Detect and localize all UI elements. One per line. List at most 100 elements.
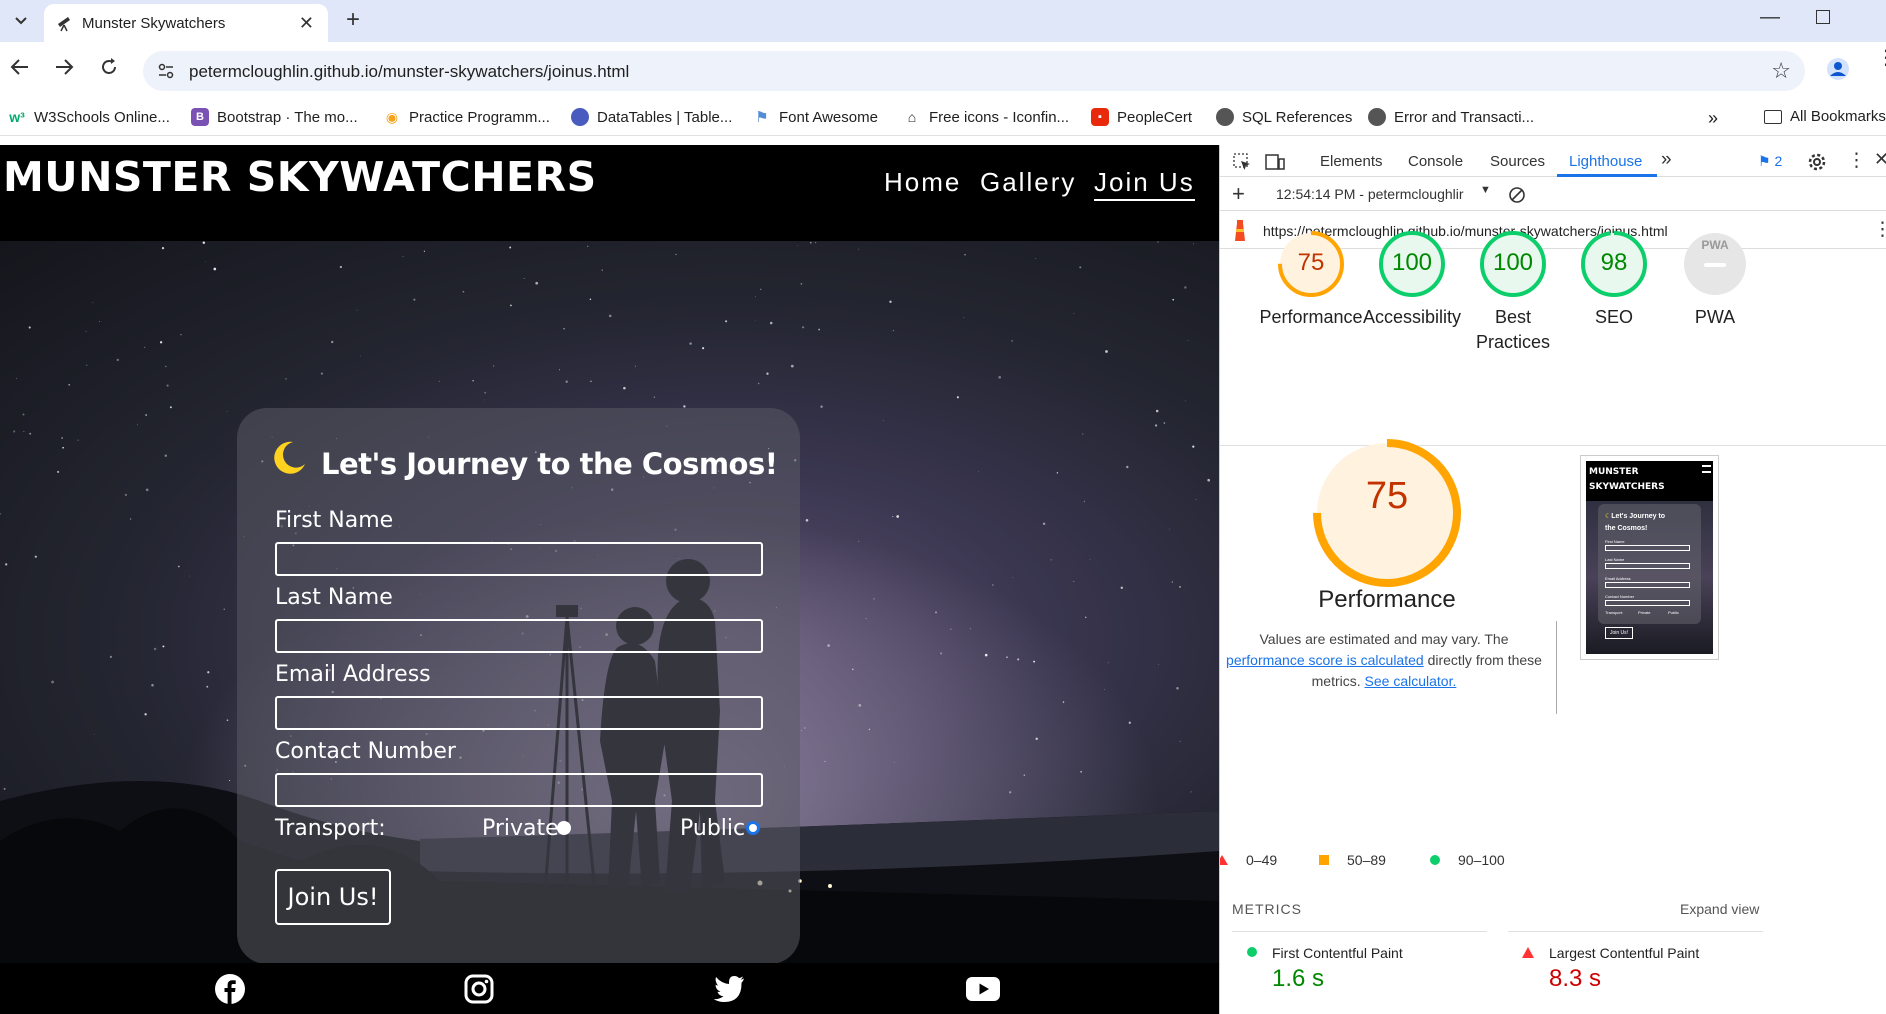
more-tabs-chevron-icon[interactable]: »: [1661, 149, 1672, 171]
page-screenshot-thumbnail[interactable]: MUNSTER SKYWATCHERS ☾Let's Journey to the …: [1580, 455, 1719, 660]
star: [161, 246, 165, 250]
tab-sources[interactable]: Sources: [1490, 153, 1545, 170]
report-dropdown-triangle-icon[interactable]: ▼: [1480, 184, 1491, 196]
star: [635, 365, 637, 367]
best-practices-gauge[interactable]: 100: [1478, 229, 1548, 299]
star: [883, 419, 884, 421]
bookmark-peoplecert[interactable]: ▪ PeopleCert: [1091, 108, 1192, 126]
first-name-input[interactable]: [275, 542, 763, 576]
public-radio[interactable]: [746, 821, 760, 835]
performance-note: Values are estimated and may vary. The p…: [1220, 629, 1558, 692]
star-icon[interactable]: ☆: [1771, 58, 1791, 84]
minimize-button[interactable]: —: [1760, 6, 1780, 29]
star: [116, 358, 119, 362]
bookmark-label: PeopleCert: [1117, 108, 1193, 126]
bookmark-datatables[interactable]: DataTables | Table...: [571, 108, 732, 126]
nav-home[interactable]: Home: [884, 167, 961, 198]
star: [1163, 422, 1166, 424]
metrics-divider-left: [1232, 931, 1487, 932]
facebook-icon[interactable]: [215, 974, 245, 1004]
youtube-icon[interactable]: [966, 977, 1000, 1001]
tab-search-button[interactable]: [8, 8, 34, 34]
star: [1169, 528, 1170, 530]
bookmark-font-awesome[interactable]: ⚑ Font Awesome: [753, 108, 878, 126]
bookmark-sql-references[interactable]: SQL References: [1216, 108, 1352, 126]
join-us-submit-button[interactable]: Join Us!: [275, 869, 391, 925]
star: [1107, 662, 1109, 664]
forward-arrow-icon[interactable]: [54, 58, 74, 76]
star: [207, 671, 210, 674]
tab-strip: Munster Skywatchers ✕ + —: [0, 0, 1886, 42]
seo-score: 98: [1600, 249, 1628, 276]
address-bar[interactable]: petermcloughlin.github.io/munster-skywat…: [143, 51, 1805, 91]
site-info-icon[interactable]: [157, 62, 175, 80]
report-selector[interactable]: 12:54:14 PM - petermcloughlir: [1276, 186, 1464, 202]
star: [1157, 663, 1159, 665]
pwa-gauge[interactable]: PWA: [1680, 229, 1750, 299]
devtools-close-icon[interactable]: ✕: [1874, 149, 1886, 170]
email-input[interactable]: [275, 696, 763, 730]
browser-tab[interactable]: Munster Skywatchers ✕: [44, 4, 328, 42]
bookmark-bootstrap[interactable]: B Bootstrap · The mo...: [191, 108, 358, 126]
thumb-logo-line1: MUNSTER: [1589, 467, 1639, 477]
issues-badge[interactable]: ⚑ 2: [1758, 153, 1782, 170]
see-calculator-link[interactable]: See calculator.: [1365, 673, 1457, 689]
devtools-menu-kebab-icon[interactable]: ⋮: [1847, 149, 1866, 172]
bookmark-w3schools[interactable]: w³ W3Schools Online...: [8, 108, 170, 126]
reload-icon[interactable]: [99, 57, 119, 77]
nav-join-us[interactable]: Join Us: [1094, 167, 1195, 201]
bookmark-iconfinder[interactable]: ⌂ Free icons - Iconfin...: [903, 108, 1069, 126]
star: [129, 518, 132, 520]
performance-score-calculated-link[interactable]: performance score is calculated: [1226, 652, 1424, 668]
last-name-input[interactable]: [275, 619, 763, 653]
star: [1120, 586, 1123, 589]
tab-lighthouse[interactable]: Lighthouse: [1569, 153, 1642, 170]
new-tab-button[interactable]: +: [346, 6, 360, 34]
contact-number-input[interactable]: [275, 773, 763, 807]
site-logo[interactable]: MUNSTER SKYWATCHERS: [3, 153, 597, 201]
all-bookmarks-label: All Bookmarks: [1790, 108, 1886, 125]
thumb-input: [1605, 582, 1690, 588]
bookmark-label: Free icons - Iconfin...: [929, 108, 1070, 126]
thumb-logo-line2: SKYWATCHERS: [1589, 482, 1665, 492]
star: [99, 321, 101, 323]
profile-icon[interactable]: [1827, 58, 1849, 80]
twitter-icon[interactable]: [713, 975, 745, 1003]
report-menu-kebab-icon[interactable]: ⋮: [1873, 218, 1886, 241]
all-bookmarks-button[interactable]: All Bookmarks: [1764, 108, 1886, 125]
inspect-element-icon[interactable]: [1233, 153, 1251, 171]
star: [1033, 660, 1036, 663]
star: [423, 250, 425, 252]
star: [800, 729, 803, 731]
bookmark-practice[interactable]: ◉ Practice Programm...: [383, 108, 550, 126]
settings-gear-icon[interactable]: [1807, 152, 1827, 172]
star: [565, 380, 568, 383]
telescope-favicon-icon: [58, 17, 70, 32]
accessibility-gauge[interactable]: 100: [1377, 229, 1447, 299]
clear-reports-icon[interactable]: [1508, 186, 1526, 204]
new-report-plus-icon[interactable]: +: [1232, 181, 1245, 207]
back-arrow-icon[interactable]: [10, 58, 30, 76]
iconfinder-icon: ⌂: [903, 108, 921, 126]
browser-toolbar: petermcloughlin.github.io/munster-skywat…: [0, 42, 1886, 92]
performance-gauge[interactable]: 75: [1276, 229, 1346, 299]
device-toolbar-icon[interactable]: [1265, 153, 1285, 171]
restore-button[interactable]: [1816, 10, 1830, 24]
tab-console[interactable]: Console: [1408, 153, 1463, 170]
private-radio[interactable]: [557, 821, 571, 835]
star: [991, 584, 994, 586]
expand-view-toggle[interactable]: Expand view: [1680, 901, 1759, 917]
star: [1083, 500, 1086, 503]
tab-title: Munster Skywatchers: [82, 15, 226, 32]
menu-kebab-icon[interactable]: ⋮: [1876, 48, 1886, 68]
bookmark-label: Practice Programm...: [409, 108, 550, 126]
bookmark-error-transactions[interactable]: Error and Transacti...: [1368, 108, 1534, 126]
tab-close-icon[interactable]: ✕: [299, 13, 314, 34]
tab-elements[interactable]: Elements: [1320, 153, 1383, 170]
seo-gauge[interactable]: 98: [1579, 229, 1649, 299]
more-bookmarks-chevron-icon[interactable]: »: [1708, 108, 1718, 129]
nav-gallery[interactable]: Gallery: [980, 167, 1076, 198]
star: [509, 304, 512, 307]
note-line3: metrics.: [1311, 673, 1361, 689]
instagram-icon[interactable]: [464, 974, 494, 1004]
